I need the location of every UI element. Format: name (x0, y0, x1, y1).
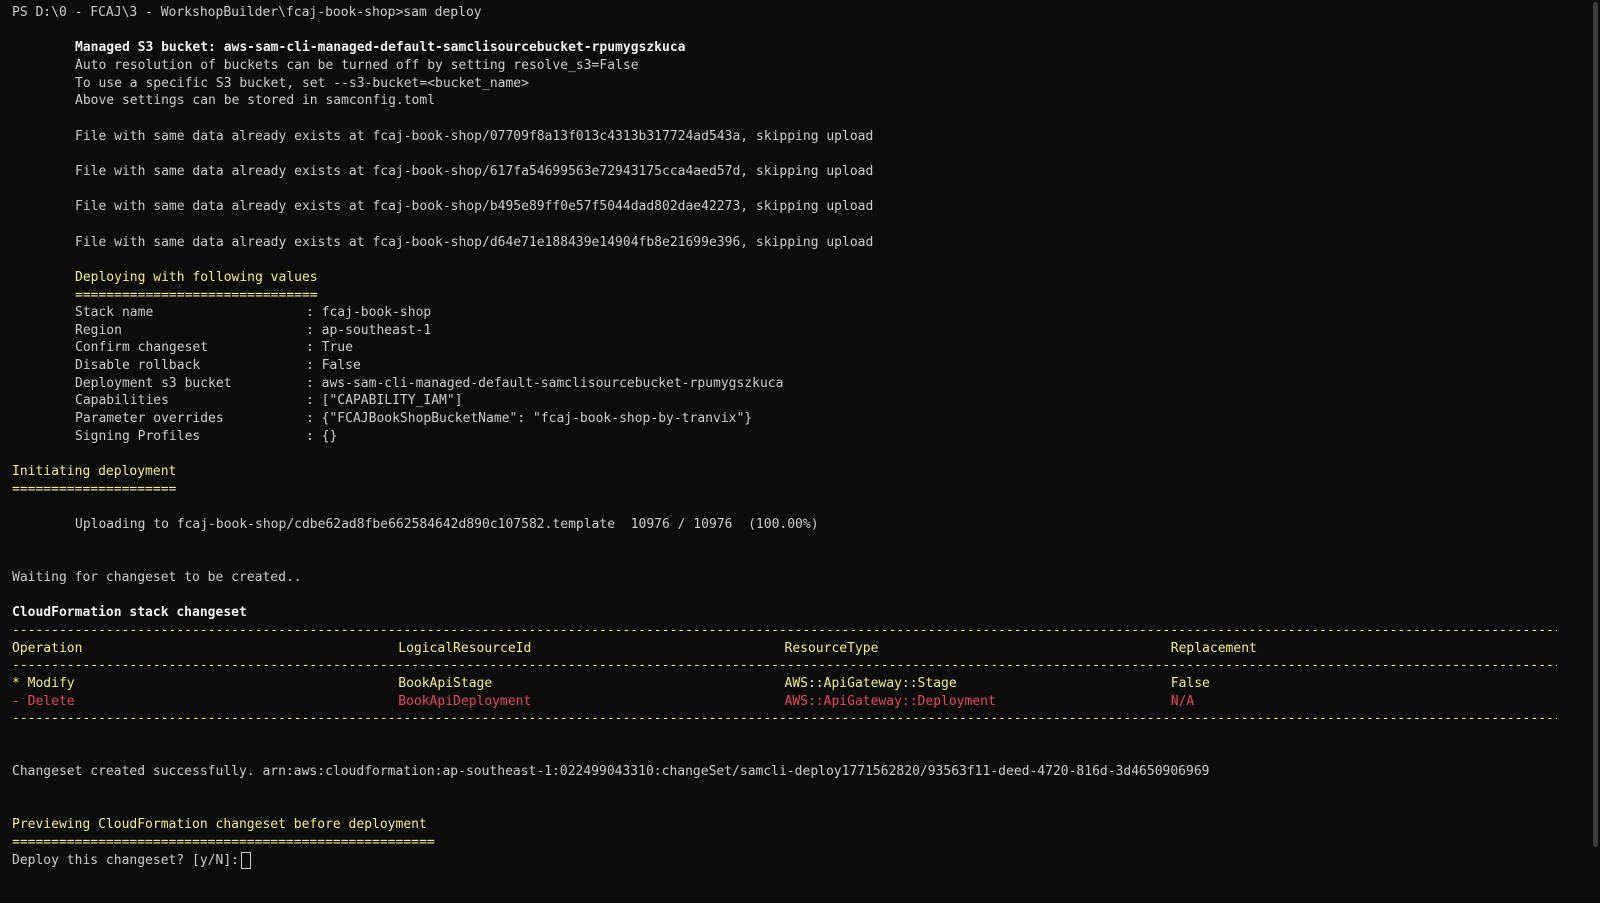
deploy-value-key: Deployment s3 bucket (75, 375, 232, 391)
confirm-prompt-line: Deploy this changeset? [y/N]: (12, 851, 1557, 870)
cell-operation: - Delete (12, 693, 75, 709)
cell-logical-resource-id: BookApiDeployment (398, 693, 532, 709)
changeset-row-delete: - Delete BookApiDeployment AWS::ApiGateway… (12, 693, 1557, 711)
cell-resource-type: AWS::ApiGateway::Deployment (784, 693, 996, 709)
scrollbar-thumb[interactable] (1593, 2, 1598, 847)
changeset-separator: ----------------------------------------… (12, 658, 1557, 674)
samconfig-line: Above settings can be stored in samconfi… (75, 93, 436, 109)
deploy-value-value: : {} (306, 428, 338, 444)
cell-resource-type: AWS::ApiGateway::Stage (784, 675, 957, 691)
skip-upload-line: File with same data already exists at fc… (75, 234, 874, 250)
header-logical-resource-id: LogicalResourceId (398, 640, 532, 656)
deploy-value-value: : fcaj-book-shop (306, 305, 432, 321)
text-cursor[interactable] (240, 851, 251, 869)
deploy-value-key: Parameter overrides (75, 411, 224, 427)
deploy-value-row: Disable rollback : False (12, 357, 1557, 375)
preview-underline: ========================================… (12, 834, 435, 850)
deploy-values-heading: Deploying with following values (75, 269, 318, 285)
deploy-value-key: Region (75, 322, 122, 338)
deploy-value-value: : True (306, 340, 353, 356)
skip-upload-line: File with same data already exists at fc… (75, 128, 874, 144)
auto-resolution-line: Auto resolution of buckets can be turned… (75, 57, 639, 73)
deploy-values-underline: =============================== (75, 287, 318, 303)
cell-logical-resource-id: BookApiStage (398, 675, 493, 691)
prompt-command: sam deploy (403, 5, 482, 20)
deploy-value-key: Disable rollback (75, 358, 201, 374)
deploy-value-key: Confirm changeset (75, 340, 209, 356)
initiating-heading: Initiating deployment (12, 464, 177, 480)
changeset-header-row: Operation LogicalResourceId ResourceType Re… (12, 640, 1557, 658)
preview-heading: Previewing CloudFormation changeset befo… (12, 817, 427, 833)
scrollbar-track[interactable] (1590, 0, 1600, 903)
deploy-value-value: : {"FCAJBookShopBucketName": "fcaj-book-… (306, 411, 753, 427)
skip-upload-line: File with same data already exists at fc… (75, 163, 874, 179)
deploy-value-row: Capabilities : ["CAPABILITY_IAM"] (12, 392, 1557, 410)
cell-replacement: False (1170, 675, 1210, 691)
changeset-row-modify: * Modify BookApiStage AWS::ApiGateway::Sta… (12, 675, 1557, 693)
changeset-separator: ----------------------------------------… (12, 711, 1557, 727)
managed-bucket-line: Managed S3 bucket: aws-sam-cli-managed-d… (75, 40, 686, 56)
deploy-value-key: Stack name (75, 305, 154, 321)
deploy-value-key: Signing Profiles (75, 428, 201, 444)
deploy-value-row: Parameter overrides : {"FCAJBookShopBucke… (12, 410, 1557, 428)
deploy-value-row: Confirm changeset : True (12, 339, 1557, 357)
deploy-value-row: Signing Profiles : {} (12, 428, 1557, 446)
cell-operation: * Modify (12, 675, 75, 691)
cell-replacement: N/A (1170, 693, 1195, 709)
confirm-prompt-text: Deploy this changeset? [y/N]: (12, 852, 239, 868)
header-resource-type: ResourceType (784, 640, 879, 656)
deploy-value-row: Region : ap-southeast-1 (12, 322, 1557, 340)
prompt-path: PS D:\0 - FCAJ\3 - WorkshopBuilder\fcaj-… (12, 5, 404, 20)
deploy-value-value: : ["CAPABILITY_IAM"] (306, 393, 463, 409)
deploy-value-row: Deployment s3 bucket : aws-sam-cli-manage… (12, 375, 1557, 393)
terminal-output: PS D:\0 - FCAJ\3 - WorkshopBuilder\fcaj-… (12, 4, 1557, 899)
prompt-line: PS D:\0 - FCAJ\3 - WorkshopBuilder\fcaj-… (12, 4, 1557, 22)
deploy-value-key: Capabilities (75, 393, 169, 409)
header-operation: Operation (12, 640, 83, 656)
skip-upload-line: File with same data already exists at fc… (75, 199, 874, 215)
changeset-title: CloudFormation stack changeset (12, 605, 247, 621)
deploy-value-value: : ap-southeast-1 (306, 322, 432, 338)
deploy-value-value: : aws-sam-cli-managed-default-samclisour… (306, 375, 784, 391)
changeset-created-line: Changeset created successfully. arn:aws:… (12, 764, 1210, 780)
changeset-separator: ----------------------------------------… (12, 622, 1557, 638)
initiating-underline: ===================== (12, 481, 177, 497)
header-replacement: Replacement (1170, 640, 1257, 656)
waiting-line: Waiting for changeset to be created.. (12, 570, 302, 585)
deploy-value-value: : False (306, 358, 361, 374)
specific-bucket-line: To use a specific S3 bucket, set --s3-bu… (75, 75, 529, 91)
deploy-value-row: Stack name : fcaj-book-shop (12, 304, 1557, 322)
upload-progress-line: Uploading to fcaj-book-shop/cdbe62ad8fbe… (75, 517, 819, 533)
